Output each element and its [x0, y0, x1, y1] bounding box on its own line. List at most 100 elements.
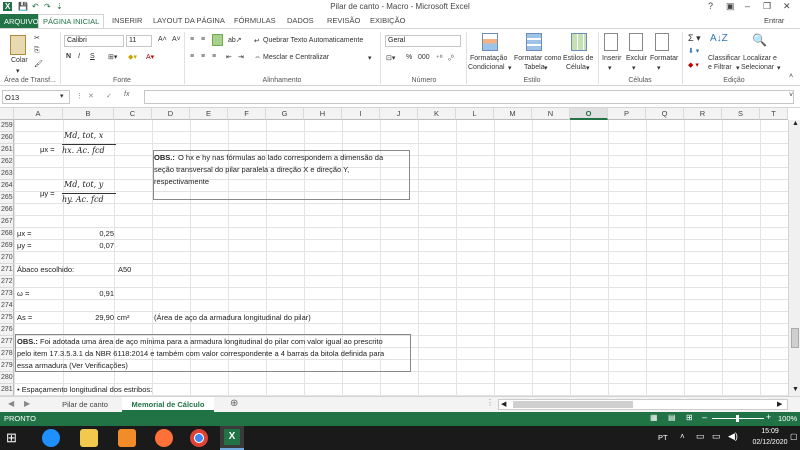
horizontal-scroll-thumb[interactable]: [513, 401, 633, 408]
scroll-up-icon[interactable]: ▲: [792, 120, 799, 127]
enter-icon[interactable]: ✓: [106, 92, 112, 100]
cell-styles-dropdown-icon[interactable]: ▾: [586, 64, 590, 72]
notifications-icon[interactable]: ▢: [790, 432, 798, 441]
help-button[interactable]: ?: [708, 1, 713, 11]
windows-start-icon[interactable]: ⊞: [6, 430, 17, 446]
cell-A271[interactable]: Ábaco escolhido:: [17, 264, 74, 276]
orientation-icon[interactable]: ab↗: [228, 36, 242, 44]
column-header-c[interactable]: C: [114, 108, 152, 120]
decrease-font-icon[interactable]: A˅: [172, 36, 181, 43]
sheet-tab-pilar-de-canto[interactable]: Pilar de canto: [48, 397, 122, 412]
merge-dropdown-icon[interactable]: ▾: [368, 54, 372, 62]
cell-styles-button-2[interactable]: Célula: [566, 64, 586, 71]
underline-button[interactable]: S: [90, 53, 95, 60]
maximize-button[interactable]: ❐: [763, 1, 771, 12]
minimize-button[interactable]: –: [745, 1, 750, 11]
column-header-e[interactable]: E: [190, 108, 228, 120]
tray-arrow-icon[interactable]: ˄: [680, 432, 685, 441]
row-header-277[interactable]: 277: [0, 336, 14, 348]
align-top-icon[interactable]: ≡: [190, 36, 194, 43]
formula-input[interactable]: [144, 90, 794, 104]
vertical-scrollbar[interactable]: ▲ ▼: [788, 120, 800, 396]
conditional-format-button[interactable]: Formatação: [470, 55, 507, 62]
format-table-button[interactable]: Formatar como: [514, 55, 561, 62]
currency-icon[interactable]: ⊡▾: [386, 54, 395, 62]
number-format-select[interactable]: Geral: [385, 35, 461, 47]
row-header-279[interactable]: 279: [0, 360, 14, 372]
copy-icon[interactable]: ⎘: [34, 47, 40, 55]
scroll-left-icon[interactable]: ◀: [501, 400, 506, 408]
row-header-275[interactable]: 275: [0, 312, 14, 324]
row-header-272[interactable]: 272: [0, 276, 14, 288]
format-table-button-2[interactable]: Tabela: [524, 64, 545, 71]
file-explorer-icon[interactable]: [80, 429, 98, 447]
column-header-t[interactable]: T: [760, 108, 788, 120]
close-button[interactable]: ✕: [783, 1, 791, 12]
find-select-icon[interactable]: 🔍: [752, 33, 767, 47]
bold-button[interactable]: N: [66, 53, 71, 60]
align-bottom-icon[interactable]: [212, 34, 223, 46]
cell-B275[interactable]: 29,90: [64, 312, 114, 324]
column-header-a[interactable]: A: [14, 108, 63, 120]
row-header-273[interactable]: 273: [0, 288, 14, 300]
cell-A275[interactable]: As =: [17, 312, 32, 324]
sheet-tab-memorial[interactable]: Memorial de Cálculo: [122, 397, 214, 412]
row-header-274[interactable]: 274: [0, 300, 14, 312]
indent-increase-icon[interactable]: ⇥: [238, 53, 244, 61]
tab-formulas[interactable]: FÓRMULAS: [234, 16, 276, 25]
format-table-icon[interactable]: [526, 33, 542, 51]
column-header-q[interactable]: Q: [646, 108, 684, 120]
media-player-icon[interactable]: [118, 429, 136, 447]
insert-cells-icon[interactable]: [604, 33, 618, 51]
row-header-261[interactable]: 261: [0, 144, 14, 156]
zoom-out-button[interactable]: –: [702, 412, 707, 422]
row-header-271[interactable]: 271: [0, 264, 14, 276]
cell-C271[interactable]: A50: [118, 264, 131, 276]
column-header-o[interactable]: O: [570, 108, 608, 120]
align-left-icon[interactable]: ≡: [190, 53, 194, 60]
fill-color-icon[interactable]: ◆▾: [128, 53, 137, 61]
column-header-f[interactable]: F: [228, 108, 266, 120]
cell-C275[interactable]: cm²: [117, 312, 130, 324]
font-size-select[interactable]: 11: [126, 35, 152, 47]
row-header-276[interactable]: 276: [0, 324, 14, 336]
column-header-j[interactable]: J: [380, 108, 418, 120]
merge-center-button[interactable]: Mesclar e Centralizar: [263, 54, 329, 61]
format-cells-button[interactable]: Formatar: [650, 55, 678, 62]
format-dropdown-icon[interactable]: ▾: [657, 64, 661, 72]
tab-file[interactable]: ARQUIVO: [0, 14, 43, 28]
cell-A268[interactable]: μx =: [17, 228, 32, 240]
tab-review[interactable]: REVISÃO: [327, 16, 360, 25]
increase-decimal-icon[interactable]: ⁺⁰: [436, 54, 443, 62]
next-sheet-icon[interactable]: ▶: [24, 399, 30, 408]
vertical-scroll-thumb[interactable]: [791, 328, 799, 348]
select-all-button[interactable]: [0, 108, 14, 120]
row-header-260[interactable]: 260: [0, 132, 14, 144]
new-sheet-button[interactable]: ⊕: [230, 398, 238, 409]
cell-B269[interactable]: 0,07: [64, 240, 114, 252]
language-indicator[interactable]: PT: [658, 433, 668, 442]
normal-view-icon[interactable]: ▦: [650, 413, 658, 422]
conditional-format-button-2[interactable]: Condicional: [468, 64, 505, 71]
row-header-267[interactable]: 267: [0, 216, 14, 228]
paste-button[interactable]: Colar: [11, 57, 28, 64]
row-header-280[interactable]: 280: [0, 372, 14, 384]
italic-button[interactable]: I: [78, 53, 80, 60]
cell-muy-label[interactable]: μy =: [40, 188, 55, 200]
insert-cells-button[interactable]: Inserir: [602, 55, 621, 62]
cell-A273[interactable]: ω =: [17, 288, 29, 300]
more-sheets-icon[interactable]: ⋮: [486, 398, 494, 407]
indent-decrease-icon[interactable]: ⇤: [226, 53, 232, 61]
column-header-s[interactable]: S: [722, 108, 760, 120]
cell-styles-button[interactable]: Estilos de: [563, 55, 593, 62]
horizontal-scrollbar[interactable]: ◀ ▶: [498, 399, 788, 410]
zoom-in-button[interactable]: +: [766, 412, 771, 422]
find-select-dropdown-icon[interactable]: ▾: [777, 64, 781, 72]
align-right-icon[interactable]: ≡: [212, 53, 216, 60]
tab-page-layout[interactable]: LAYOUT DA PÁGINA: [153, 16, 225, 25]
row-header-259[interactable]: 259: [0, 120, 14, 132]
tab-home[interactable]: PÁGINA INICIAL: [38, 14, 105, 29]
insert-dropdown-icon[interactable]: ▾: [608, 64, 612, 72]
sort-filter-dropdown-icon[interactable]: ▾: [736, 64, 740, 72]
paste-icon[interactable]: [10, 35, 26, 55]
